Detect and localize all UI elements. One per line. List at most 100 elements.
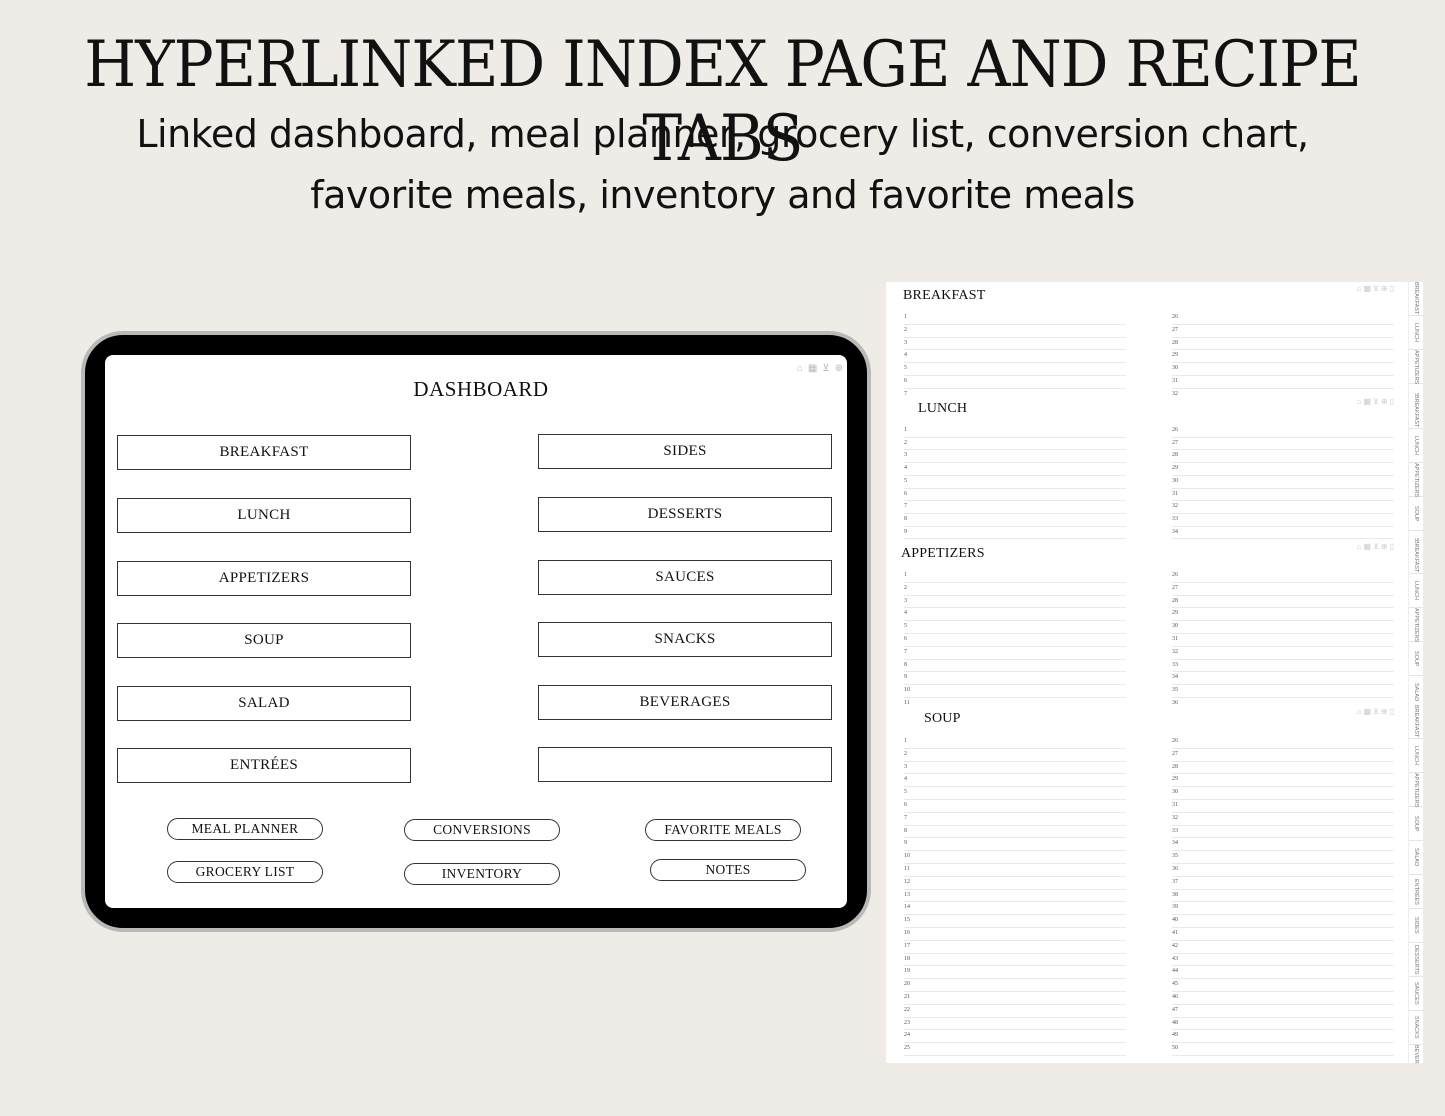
recipe-line[interactable]: 46 (1172, 992, 1394, 1005)
tab-lunch[interactable]: LUNCH (1409, 429, 1423, 463)
tab-appetizers[interactable]: APPETIZERS (1409, 350, 1423, 384)
tab-breakfast[interactable]: BREAKFAST (1409, 395, 1423, 429)
recipe-line[interactable]: 21 (904, 992, 1126, 1005)
link-conversions[interactable]: CONVERSIONS (404, 819, 560, 841)
recipe-line[interactable]: 29 (1172, 608, 1394, 622)
tab-salad[interactable]: SALAD (1409, 841, 1423, 875)
tab-appetizers[interactable]: APPETIZERS (1409, 463, 1423, 497)
link-favorite-meals[interactable]: FAVORITE MEALS (645, 819, 801, 841)
recipe-line[interactable]: 23 (904, 1018, 1126, 1031)
recipe-line[interactable]: 1 (904, 570, 1126, 583)
tab-beverages[interactable]: BEVERAGES (1409, 1045, 1423, 1063)
recipe-line[interactable]: 27 (1172, 438, 1394, 451)
recipe-line[interactable]: 27 (1172, 583, 1394, 596)
home-icon[interactable]: ⌂ (797, 363, 803, 374)
recipe-line[interactable]: 1 (904, 425, 1126, 438)
recipe-line[interactable]: 2 (904, 325, 1126, 338)
tab-lunch[interactable]: LUNCH (1409, 739, 1423, 773)
recipe-line[interactable]: 43 (1172, 954, 1394, 967)
recipe-line[interactable]: 7 (904, 501, 1126, 514)
recipe-line[interactable]: 35 (1172, 851, 1394, 864)
dashboard-button-entrées[interactable]: ENTRÉES (117, 748, 411, 783)
recipe-line[interactable]: 4 (904, 350, 1126, 364)
recipe-line[interactable]: 5 (904, 363, 1126, 376)
recipe-line[interactable]: 45 (1172, 979, 1394, 992)
recipe-line[interactable]: 47 (1172, 1005, 1394, 1018)
tab-entrées[interactable]: ENTRÉES (1409, 875, 1423, 909)
recipe-line[interactable]: 15 (904, 915, 1126, 928)
recipe-line[interactable]: 37 (1172, 877, 1394, 890)
recipe-line[interactable]: 22 (904, 1005, 1126, 1018)
recipe-line[interactable]: 17 (904, 941, 1126, 954)
recipe-line[interactable]: 41 (1172, 928, 1394, 941)
recipe-line[interactable]: 11 (904, 864, 1126, 877)
recipe-line[interactable]: 11 (904, 698, 1126, 705)
recipe-line[interactable]: 6 (904, 376, 1126, 389)
recipe-line[interactable]: 28 (1172, 762, 1394, 775)
page-nav-icons[interactable]: ⌂ ▦ ⊻ ⊕ ▯ (1357, 707, 1394, 716)
tab-lunch[interactable]: LUNCH (1409, 574, 1423, 608)
dashboard-button-desserts[interactable]: DESSERTS (538, 497, 832, 532)
recipe-line[interactable]: 9 (904, 672, 1126, 686)
link-notes[interactable]: NOTES (650, 859, 806, 881)
page-nav-icons[interactable]: ⌂ ▦ ⊻ ⊕ ▯ (1357, 284, 1394, 293)
recipe-line[interactable]: 50 (1172, 1043, 1394, 1056)
recipe-line[interactable]: 2 (904, 583, 1126, 596)
recipe-line[interactable]: 9 (904, 838, 1126, 852)
recipe-line[interactable]: 33 (1172, 826, 1394, 839)
recipe-line[interactable]: 26 (1172, 312, 1394, 325)
recipe-line[interactable]: 36 (1172, 864, 1394, 877)
dashboard-button-sauces[interactable]: SAUCES (538, 560, 832, 595)
recipe-line[interactable]: 28 (1172, 338, 1394, 351)
dashboard-button-breakfast[interactable]: BREAKFAST (117, 435, 411, 470)
recipe-line[interactable]: 28 (1172, 596, 1394, 609)
recipe-line[interactable]: 24 (904, 1030, 1126, 1044)
recipe-line[interactable]: 36 (1172, 698, 1394, 705)
tab-salad[interactable]: SALAD (1409, 531, 1423, 540)
link-meal-planner[interactable]: MEAL PLANNER (167, 818, 323, 840)
recipe-line[interactable]: 10 (904, 851, 1126, 864)
dashboard-button-salad[interactable]: SALAD (117, 686, 411, 721)
recipe-line[interactable]: 7 (904, 813, 1126, 826)
link-inventory[interactable]: INVENTORY (404, 863, 560, 885)
recipe-line[interactable]: 34 (1172, 527, 1394, 540)
scale-icon[interactable]: ⊕ (835, 363, 843, 374)
recipe-line[interactable]: 30 (1172, 621, 1394, 634)
recipe-line[interactable]: 2 (904, 749, 1126, 762)
recipe-line[interactable]: 27 (1172, 325, 1394, 338)
recipe-line[interactable]: 29 (1172, 350, 1394, 364)
recipe-line[interactable]: 28 (1172, 450, 1394, 464)
recipe-line[interactable]: 1 (904, 312, 1126, 325)
dashboard-button-appetizers[interactable]: APPETIZERS (117, 561, 411, 596)
tab-appetizers[interactable]: APPETIZERS (1409, 773, 1423, 807)
recipe-line[interactable]: 8 (904, 826, 1126, 839)
recipe-line[interactable]: 32 (1172, 501, 1394, 514)
page-nav-icons[interactable]: ⌂ ▦ ⊻ ⊕ ▯ (1357, 397, 1394, 406)
dashboard-button-lunch[interactable]: LUNCH (117, 498, 411, 533)
recipe-line[interactable]: 30 (1172, 787, 1394, 800)
recipe-line[interactable]: 1 (904, 736, 1126, 749)
recipe-line[interactable]: 4 (904, 774, 1126, 788)
recipe-line[interactable]: 6 (904, 634, 1126, 647)
recipe-line[interactable]: 38 (1172, 890, 1394, 903)
recipe-line[interactable]: 26 (1172, 736, 1394, 749)
recipe-line[interactable]: 8 (904, 660, 1126, 673)
tab-lunch[interactable]: LUNCH (1409, 316, 1423, 350)
tab-sides[interactable]: SIDES (1409, 909, 1423, 943)
recipe-line[interactable]: 6 (904, 489, 1126, 502)
recipe-line[interactable]: 29 (1172, 463, 1394, 476)
calendar-icon[interactable]: ▦ (808, 363, 817, 374)
tab-breakfast[interactable]: BREAKFAST (1409, 540, 1423, 574)
tab-soup[interactable]: SOUP (1409, 497, 1423, 531)
recipe-line[interactable]: 2 (904, 438, 1126, 451)
recipe-line[interactable]: 30 (1172, 476, 1394, 489)
tab-soup[interactable]: SOUP (1409, 807, 1423, 841)
recipe-line[interactable]: 4 (904, 463, 1126, 476)
recipe-line[interactable]: 14 (904, 902, 1126, 916)
recipe-line[interactable]: 30 (1172, 363, 1394, 376)
dashboard-button-soup[interactable]: SOUP (117, 623, 411, 658)
recipe-line[interactable]: 20 (904, 979, 1126, 992)
basket-icon[interactable]: ⊻ (822, 363, 829, 374)
recipe-line[interactable]: 33 (1172, 660, 1394, 673)
recipe-line[interactable]: 10 (904, 685, 1126, 698)
